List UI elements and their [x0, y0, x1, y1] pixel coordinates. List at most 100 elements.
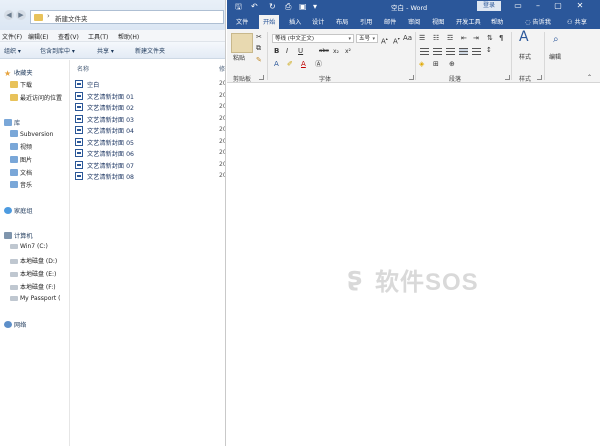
customize-toolbar-icon[interactable]: ▾	[313, 2, 317, 11]
line-spacing-icon[interactable]: ↕	[486, 46, 492, 55]
highlight-icon[interactable]: ✐	[287, 60, 293, 69]
save-icon[interactable]: 🖫	[235, 2, 242, 11]
tab-insert[interactable]: 插入	[289, 17, 301, 26]
shading-icon[interactable]: ◈	[419, 60, 424, 69]
nav-network[interactable]: 网络	[4, 320, 26, 329]
cut-icon[interactable]: ✂	[256, 33, 262, 42]
text-effects-icon[interactable]: A	[274, 60, 279, 69]
nav-homegroup[interactable]: 家庭组	[4, 206, 33, 215]
address-bar[interactable]: › 新建文件夹	[30, 10, 224, 24]
tab-developer[interactable]: 开发工具	[456, 17, 481, 26]
tab-mailings[interactable]: 邮件	[384, 17, 396, 26]
nav-item-documents[interactable]: 文档	[10, 168, 32, 177]
paste-icon[interactable]	[231, 33, 253, 53]
font-name-dropdown[interactable]: 等线 (中文正文) ▾	[272, 34, 354, 43]
nav-item-music[interactable]: 音乐	[10, 180, 32, 189]
find-icon[interactable]: ⌕	[553, 35, 559, 45]
menu-view[interactable]: 查看(V)	[58, 32, 79, 41]
nav-item-drive-c[interactable]: Win7 (C:)	[10, 243, 48, 250]
minimize-icon[interactable]: –	[529, 1, 547, 11]
file-row[interactable]: 空白 20	[75, 79, 225, 89]
copy-icon[interactable]: ⧉	[256, 44, 261, 53]
align-right-icon[interactable]	[446, 48, 455, 55]
share-button[interactable]: 共享 ▾	[97, 46, 114, 55]
tab-home[interactable]: 开始	[259, 15, 280, 29]
nav-item-drive-d[interactable]: 本地磁盘 (D:)	[10, 256, 57, 265]
styles-button[interactable]: 样式	[519, 53, 531, 62]
editing-button[interactable]: 编辑	[549, 53, 561, 62]
numbering-icon[interactable]: ☷	[433, 34, 439, 43]
styles-launcher-icon[interactable]	[537, 75, 542, 80]
nav-libraries[interactable]: 库	[4, 118, 20, 127]
file-row[interactable]: 文艺清新封面 03 20	[75, 114, 225, 124]
back-icon[interactable]: ◀	[4, 10, 14, 20]
nav-item-downloads[interactable]: 下载	[10, 80, 32, 89]
format-painter-icon[interactable]: ✎	[256, 56, 262, 65]
login-button[interactable]: 登录	[477, 1, 501, 11]
strikethrough-button[interactable]: abc	[319, 47, 329, 56]
open-icon[interactable]: ▣	[299, 2, 307, 11]
menu-tools[interactable]: 工具(T)	[88, 32, 108, 41]
borders-icon[interactable]: ⊞	[433, 60, 439, 69]
tab-references[interactable]: 引用	[360, 17, 372, 26]
superscript-button[interactable]: x²	[345, 47, 351, 56]
increase-indent-icon[interactable]: ⇥	[473, 34, 479, 43]
menu-edit[interactable]: 编辑(E)	[28, 32, 48, 41]
file-row[interactable]: 文艺清新封面 01 20	[75, 91, 225, 101]
file-row[interactable]: 文艺清新封面 04 20	[75, 125, 225, 135]
italic-button[interactable]: I	[286, 47, 288, 56]
nav-item-drive-e[interactable]: 本地磁盘 (E:)	[10, 269, 56, 278]
nav-item-my-passport[interactable]: My Passport (	[10, 295, 60, 302]
redo-icon[interactable]: ↻	[269, 2, 276, 11]
menu-file[interactable]: 文件(F)	[2, 32, 22, 41]
paste-button[interactable]: 粘贴	[233, 54, 245, 63]
bullets-icon[interactable]: ☰	[419, 34, 425, 43]
nav-item-subversion[interactable]: Subversion	[10, 130, 53, 138]
file-row[interactable]: 文艺清新封面 06 20	[75, 148, 225, 158]
underline-button[interactable]: U	[298, 47, 303, 56]
file-row[interactable]: 文艺清新封面 05 20	[75, 137, 225, 147]
justify-icon[interactable]	[459, 48, 468, 55]
tell-me-search[interactable]: ◌ 告诉我	[525, 17, 551, 26]
paragraph-launcher-icon[interactable]	[505, 75, 510, 80]
nav-item-pictures[interactable]: 图片	[10, 155, 32, 164]
show-marks-icon[interactable]: ¶	[499, 34, 503, 43]
ribbon-display-options-icon[interactable]: ▭	[509, 1, 527, 11]
multilevel-list-icon[interactable]: ☲	[447, 34, 453, 43]
font-launcher-icon[interactable]	[409, 75, 414, 80]
share-button[interactable]: ⚇ 共享	[567, 17, 587, 26]
sort-icon[interactable]: ⇅	[487, 34, 493, 43]
file-row[interactable]: 文艺清新封面 07 20	[75, 160, 225, 170]
nav-computer[interactable]: 计算机	[4, 231, 33, 240]
tab-review[interactable]: 审阅	[408, 17, 420, 26]
close-icon[interactable]: ✕	[571, 1, 589, 11]
print-preview-icon[interactable]: ⎙	[285, 2, 291, 11]
forward-icon[interactable]: ▶	[16, 10, 26, 20]
tab-file[interactable]: 文件	[236, 17, 248, 26]
undo-icon[interactable]: ↶	[251, 2, 258, 11]
new-folder-button[interactable]: 新建文件夹	[135, 46, 165, 55]
decrease-indent-icon[interactable]: ⇤	[461, 34, 467, 43]
subscript-button[interactable]: x₂	[333, 47, 339, 56]
styles-gallery-icon[interactable]: A	[519, 30, 529, 44]
include-in-library-button[interactable]: 包含到库中 ▾	[40, 46, 75, 55]
font-color-button[interactable]: A	[301, 60, 306, 69]
align-left-icon[interactable]	[420, 48, 429, 55]
column-header-date[interactable]: 修	[219, 64, 225, 73]
clear-formatting-icon[interactable]: Ⓐ	[315, 60, 322, 69]
tab-layout[interactable]: 布局	[336, 17, 348, 26]
nav-item-videos[interactable]: 视频	[10, 142, 32, 151]
column-header-name[interactable]: 名称	[77, 64, 89, 73]
nav-item-recent[interactable]: 最近访问的位置	[10, 93, 62, 102]
collapse-ribbon-icon[interactable]: ⌃	[587, 73, 592, 82]
tab-view[interactable]: 视图	[432, 17, 444, 26]
menu-help[interactable]: 帮助(H)	[118, 32, 139, 41]
chinese-layout-icon[interactable]: ⊕	[449, 60, 455, 69]
file-row[interactable]: 文艺清新封面 08 20	[75, 171, 225, 181]
chevron-right-icon[interactable]: ›	[47, 12, 50, 20]
tab-help[interactable]: 帮助	[491, 17, 503, 26]
file-row[interactable]: 文艺清新封面 02 20	[75, 102, 225, 112]
nav-item-drive-f[interactable]: 本地磁盘 (F:)	[10, 282, 56, 291]
change-case-icon[interactable]: Aa	[403, 34, 412, 43]
bold-button[interactable]: B	[274, 47, 279, 56]
